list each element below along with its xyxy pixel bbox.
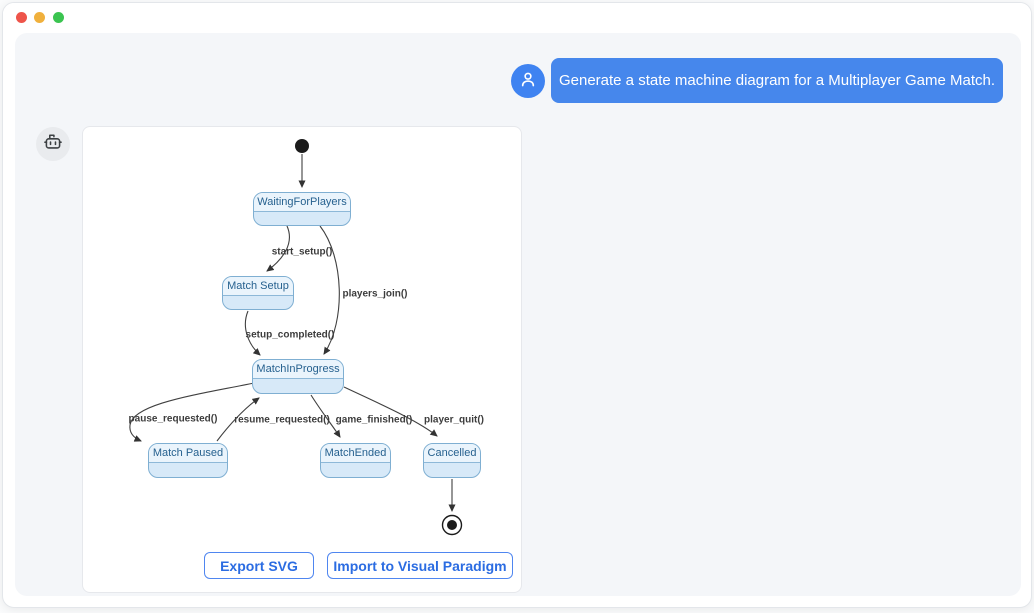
state-waitingforplayers: WaitingForPlayers <box>253 192 351 226</box>
transition-label: players_join() <box>342 289 407 300</box>
app-window: Generate a state machine diagram for a M… <box>2 2 1032 608</box>
minimize-window-button[interactable] <box>34 12 45 23</box>
user-message-text: Generate a state machine diagram for a M… <box>559 72 995 89</box>
transition-label: player_quit() <box>424 415 484 426</box>
window-titlebar <box>3 3 1031 33</box>
zoom-window-button[interactable] <box>53 12 64 23</box>
state-match-setup: Match Setup <box>222 276 294 310</box>
final-state-node <box>443 516 462 535</box>
export-svg-button[interactable]: Export SVG <box>204 552 314 579</box>
state-label: MatchEnded <box>321 444 390 463</box>
state-matchended: MatchEnded <box>320 443 391 478</box>
transition-label: resume_requested() <box>234 415 330 426</box>
initial-state-node <box>295 139 309 153</box>
state-label: Match Setup <box>223 277 293 296</box>
transition-label: setup_completed() <box>246 330 335 341</box>
import-to-visual-paradigm-button[interactable]: Import to Visual Paradigm <box>327 552 513 579</box>
edge-player-quit <box>344 387 437 436</box>
state-label: Cancelled <box>424 444 480 463</box>
state-machine-diagram: WaitingForPlayers Match Setup MatchInPro… <box>83 127 523 594</box>
state-match-paused: Match Paused <box>148 443 228 478</box>
close-window-button[interactable] <box>16 12 27 23</box>
transition-label: pause_requested() <box>129 414 218 425</box>
user-message-bubble: Generate a state machine diagram for a M… <box>551 58 1003 103</box>
transition-label: game_finished() <box>336 415 413 426</box>
robot-icon <box>42 131 64 158</box>
person-icon <box>517 68 539 95</box>
user-avatar <box>511 64 545 98</box>
diagram-card: WaitingForPlayers Match Setup MatchInPro… <box>82 126 522 593</box>
transition-label: start_setup() <box>272 247 333 258</box>
state-label: Match Paused <box>149 444 227 463</box>
state-cancelled: Cancelled <box>423 443 481 478</box>
state-label: WaitingForPlayers <box>254 193 350 212</box>
bot-avatar <box>36 127 70 161</box>
state-matchinprogress: MatchInProgress <box>252 359 344 394</box>
state-label: MatchInProgress <box>253 360 343 379</box>
edge-pause-requested <box>130 383 254 441</box>
